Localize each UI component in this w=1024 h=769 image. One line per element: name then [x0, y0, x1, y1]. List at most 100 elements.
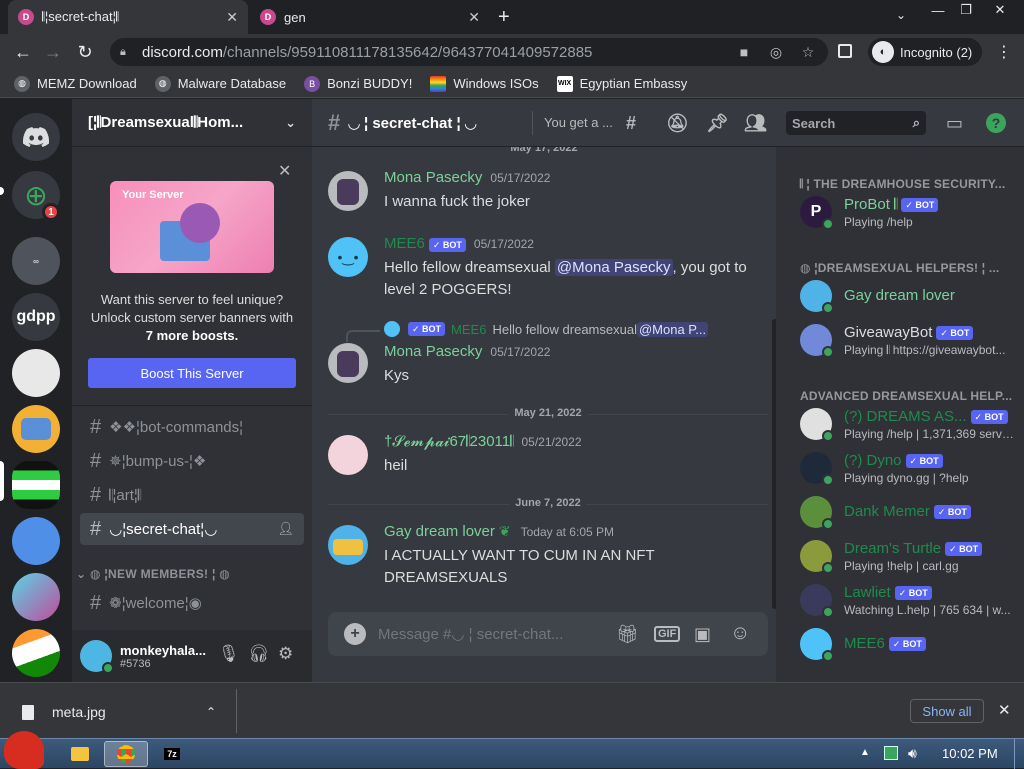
message-author[interactable]: MEE6: [384, 235, 425, 252]
server-anime-icon[interactable]: [12, 573, 60, 621]
folder-taskbar-icon[interactable]: [58, 741, 102, 767]
message-input[interactable]: [378, 625, 598, 643]
boost-server-button[interactable]: Boost This Server: [88, 358, 296, 388]
sticker-icon[interactable]: ▣: [694, 624, 711, 645]
bookmark-bonzi[interactable]: B Bonzi BUDDY!: [304, 75, 412, 92]
bookmark-malware-database[interactable]: ◍ Malware Database: [154, 75, 286, 92]
network-tray-icon[interactable]: [884, 746, 898, 760]
member-giveawaybot[interactable]: GiveawayBot ✓ BOT Playing 𝄃 https://givea…: [800, 319, 1020, 361]
member-gay-dream-lover[interactable]: Gay dream lover: [800, 275, 1020, 317]
user-avatar[interactable]: [80, 640, 114, 674]
message-author[interactable]: Mona Pasecky: [384, 169, 482, 186]
member-dank-memer[interactable]: Dank Memer ✓ BOT: [800, 491, 1020, 533]
server-homepage-icon[interactable]: ∞: [12, 237, 60, 285]
side-panel-icon[interactable]: [838, 44, 852, 58]
avatar[interactable]: [328, 525, 368, 565]
guild-header[interactable]: [¦𝄃Dreamsexual𝄃Hom... ⌄: [72, 99, 312, 147]
bookmark-memz[interactable]: ◍ MEMZ Download: [14, 75, 137, 92]
microphone-icon[interactable]: 🎙︎: [218, 644, 240, 664]
browser-tab-secret-chat[interactable]: D 𝄃¦secret-chat¦𝄃 ✕: [8, 0, 248, 34]
avatar[interactable]: [328, 171, 368, 211]
mute-bell-icon[interactable]: 🔕︎: [666, 99, 689, 147]
new-tab-icon[interactable]: +: [498, 6, 510, 29]
minimize-icon[interactable]: —: [924, 0, 952, 20]
server-sketch-avatar-icon[interactable]: [12, 349, 60, 397]
server-gdpp[interactable]: gdpp: [12, 293, 60, 341]
member-lawliet[interactable]: Lawliet ✓ BOT Watching L.help | 765 634 |…: [800, 579, 1020, 621]
emoji-icon[interactable]: ☺: [730, 622, 750, 645]
channel-topic[interactable]: You get a ...: [544, 115, 613, 130]
tab-search-icon[interactable]: ⌄: [896, 8, 906, 22]
server-flag-icon[interactable]: [12, 629, 60, 677]
chrome-menu-icon[interactable]: ⋮: [996, 42, 1012, 62]
camera-blocked-icon[interactable]: ■: [732, 38, 756, 66]
bookmark-star-icon[interactable]: ☆: [796, 38, 820, 66]
close-tab-icon[interactable]: ✕: [468, 9, 480, 26]
member-mee6[interactable]: MEE6 ✓ BOT: [800, 623, 1020, 665]
member-dreams-turtle[interactable]: Dream's Turtle ✓ BOT Playing !help | carl…: [800, 535, 1020, 577]
address-bar[interactable]: 🔒︎ discord.com/channels/9591108111781356…: [110, 38, 828, 66]
show-all-button[interactable]: Show all: [910, 699, 984, 723]
gift-icon[interactable]: 🎁︎: [616, 624, 639, 645]
add-attachment-icon[interactable]: +: [344, 623, 366, 645]
restore-icon[interactable]: ❐: [952, 0, 980, 20]
member-dreams-as[interactable]: (?) DREAMS AS... ✓ BOT Playing /help | 1,…: [800, 403, 1020, 445]
channel-secret-chat[interactable]: # ◡¦secret-chat¦◡ 👤︎: [80, 513, 304, 545]
member-dyno[interactable]: (?) Dyno ✓ BOT Playing dyno.gg | ?help: [800, 447, 1020, 489]
mee6-avatar[interactable]: •‿•: [328, 237, 368, 277]
settings-gear-icon[interactable]: ⚙: [278, 644, 293, 664]
inbox-icon[interactable]: ▭: [946, 99, 963, 147]
start-angry-bird-icon[interactable]: [4, 731, 44, 769]
reload-icon[interactable]: ↻: [70, 34, 100, 70]
invite-icon[interactable]: 👤︎: [277, 521, 294, 537]
7zip-taskbar-icon[interactable]: 7z: [150, 741, 194, 767]
member-list-icon[interactable]: 👥︎: [744, 99, 767, 147]
close-tab-icon[interactable]: ✕: [226, 9, 238, 26]
member-probot[interactable]: P ProBot 𝄃 ✓ BOT Playing /help: [800, 191, 1020, 233]
chrome-taskbar-icon[interactable]: [104, 741, 148, 767]
server-blue-icon[interactable]: [12, 517, 60, 565]
clock[interactable]: 10:02 PM: [942, 746, 998, 761]
close-window-icon[interactable]: ✕: [986, 0, 1014, 20]
download-item[interactable]: meta.jpg ⌃: [14, 701, 250, 723]
online-status-icon: [822, 218, 834, 230]
channel-bump-us[interactable]: # ✵¦bump-us-¦❖: [80, 445, 304, 477]
leaf-badge-icon: ❦: [498, 523, 511, 539]
discord-home-icon[interactable]: [12, 113, 60, 161]
volume-tray-icon[interactable]: 🔊︎: [908, 745, 917, 762]
bookmark-windows-isos[interactable]: Windows ISOs: [430, 75, 539, 92]
gif-icon[interactable]: GIF: [654, 626, 681, 642]
message: Gay dream lover ❦ Today at 6:05 PM I ACTUA…: [328, 523, 768, 589]
chevron-up-icon[interactable]: ⌃: [206, 705, 216, 719]
show-desktop-button[interactable]: [1014, 739, 1024, 769]
search-input[interactable]: Search ⌕: [786, 111, 926, 135]
close-download-bar-icon[interactable]: ✕: [998, 701, 1011, 719]
browser-toolbar: ← → ↻ 🔒︎ discord.com/channels/9591108111…: [0, 34, 1024, 70]
category-new-members[interactable]: ⌄ ◍ ¦NEW MEMBERS! ¦ ◍: [76, 567, 230, 581]
avatar[interactable]: [328, 435, 368, 475]
user-mention[interactable]: @Mona Pasecky: [554, 259, 673, 276]
avatar[interactable]: [328, 343, 368, 383]
server-dreamsexual-icon[interactable]: [12, 461, 60, 509]
message-author[interactable]: Gay dream lover: [384, 523, 495, 540]
message-author[interactable]: Mona Pasecky: [384, 343, 482, 360]
close-icon[interactable]: ✕: [278, 161, 291, 181]
tray-expand-icon[interactable]: ▲: [860, 747, 870, 758]
channel-art[interactable]: # 𝄃¦art¦𝄃: [80, 479, 304, 511]
headphones-icon[interactable]: 🎧︎: [248, 644, 270, 664]
help-icon[interactable]: ?: [986, 113, 1006, 133]
threads-icon[interactable]: #: [626, 99, 636, 147]
server-bot-avatar-icon[interactable]: [12, 405, 60, 453]
forward-icon[interactable]: →: [38, 34, 68, 70]
reply-preview[interactable]: ✓ BOT MEE6 Hello fellow dreamsexual @Mon…: [384, 321, 709, 337]
channel-welcome[interactable]: # ❁¦welcome¦◉: [80, 587, 304, 619]
back-icon[interactable]: ←: [8, 34, 38, 70]
pinned-messages-icon[interactable]: 📌︎: [706, 99, 729, 147]
chrome-icon: [117, 745, 135, 763]
browser-tab-gen[interactable]: D gen ✕: [250, 0, 490, 34]
bookmark-egyptian-embassy[interactable]: WIX Egyptian Embassy: [556, 75, 687, 92]
incognito-indicator[interactable]: ◐ Incognito (2): [868, 38, 983, 66]
channel-bot-commands[interactable]: # ❖❖¦bot-commands¦: [80, 411, 304, 443]
message-author[interactable]: †𝓢𝓮𝓶𝓹𝓪𝓲67𝄃23011𝄃: [384, 433, 513, 450]
tracking-blocked-icon[interactable]: ◎: [764, 38, 788, 66]
